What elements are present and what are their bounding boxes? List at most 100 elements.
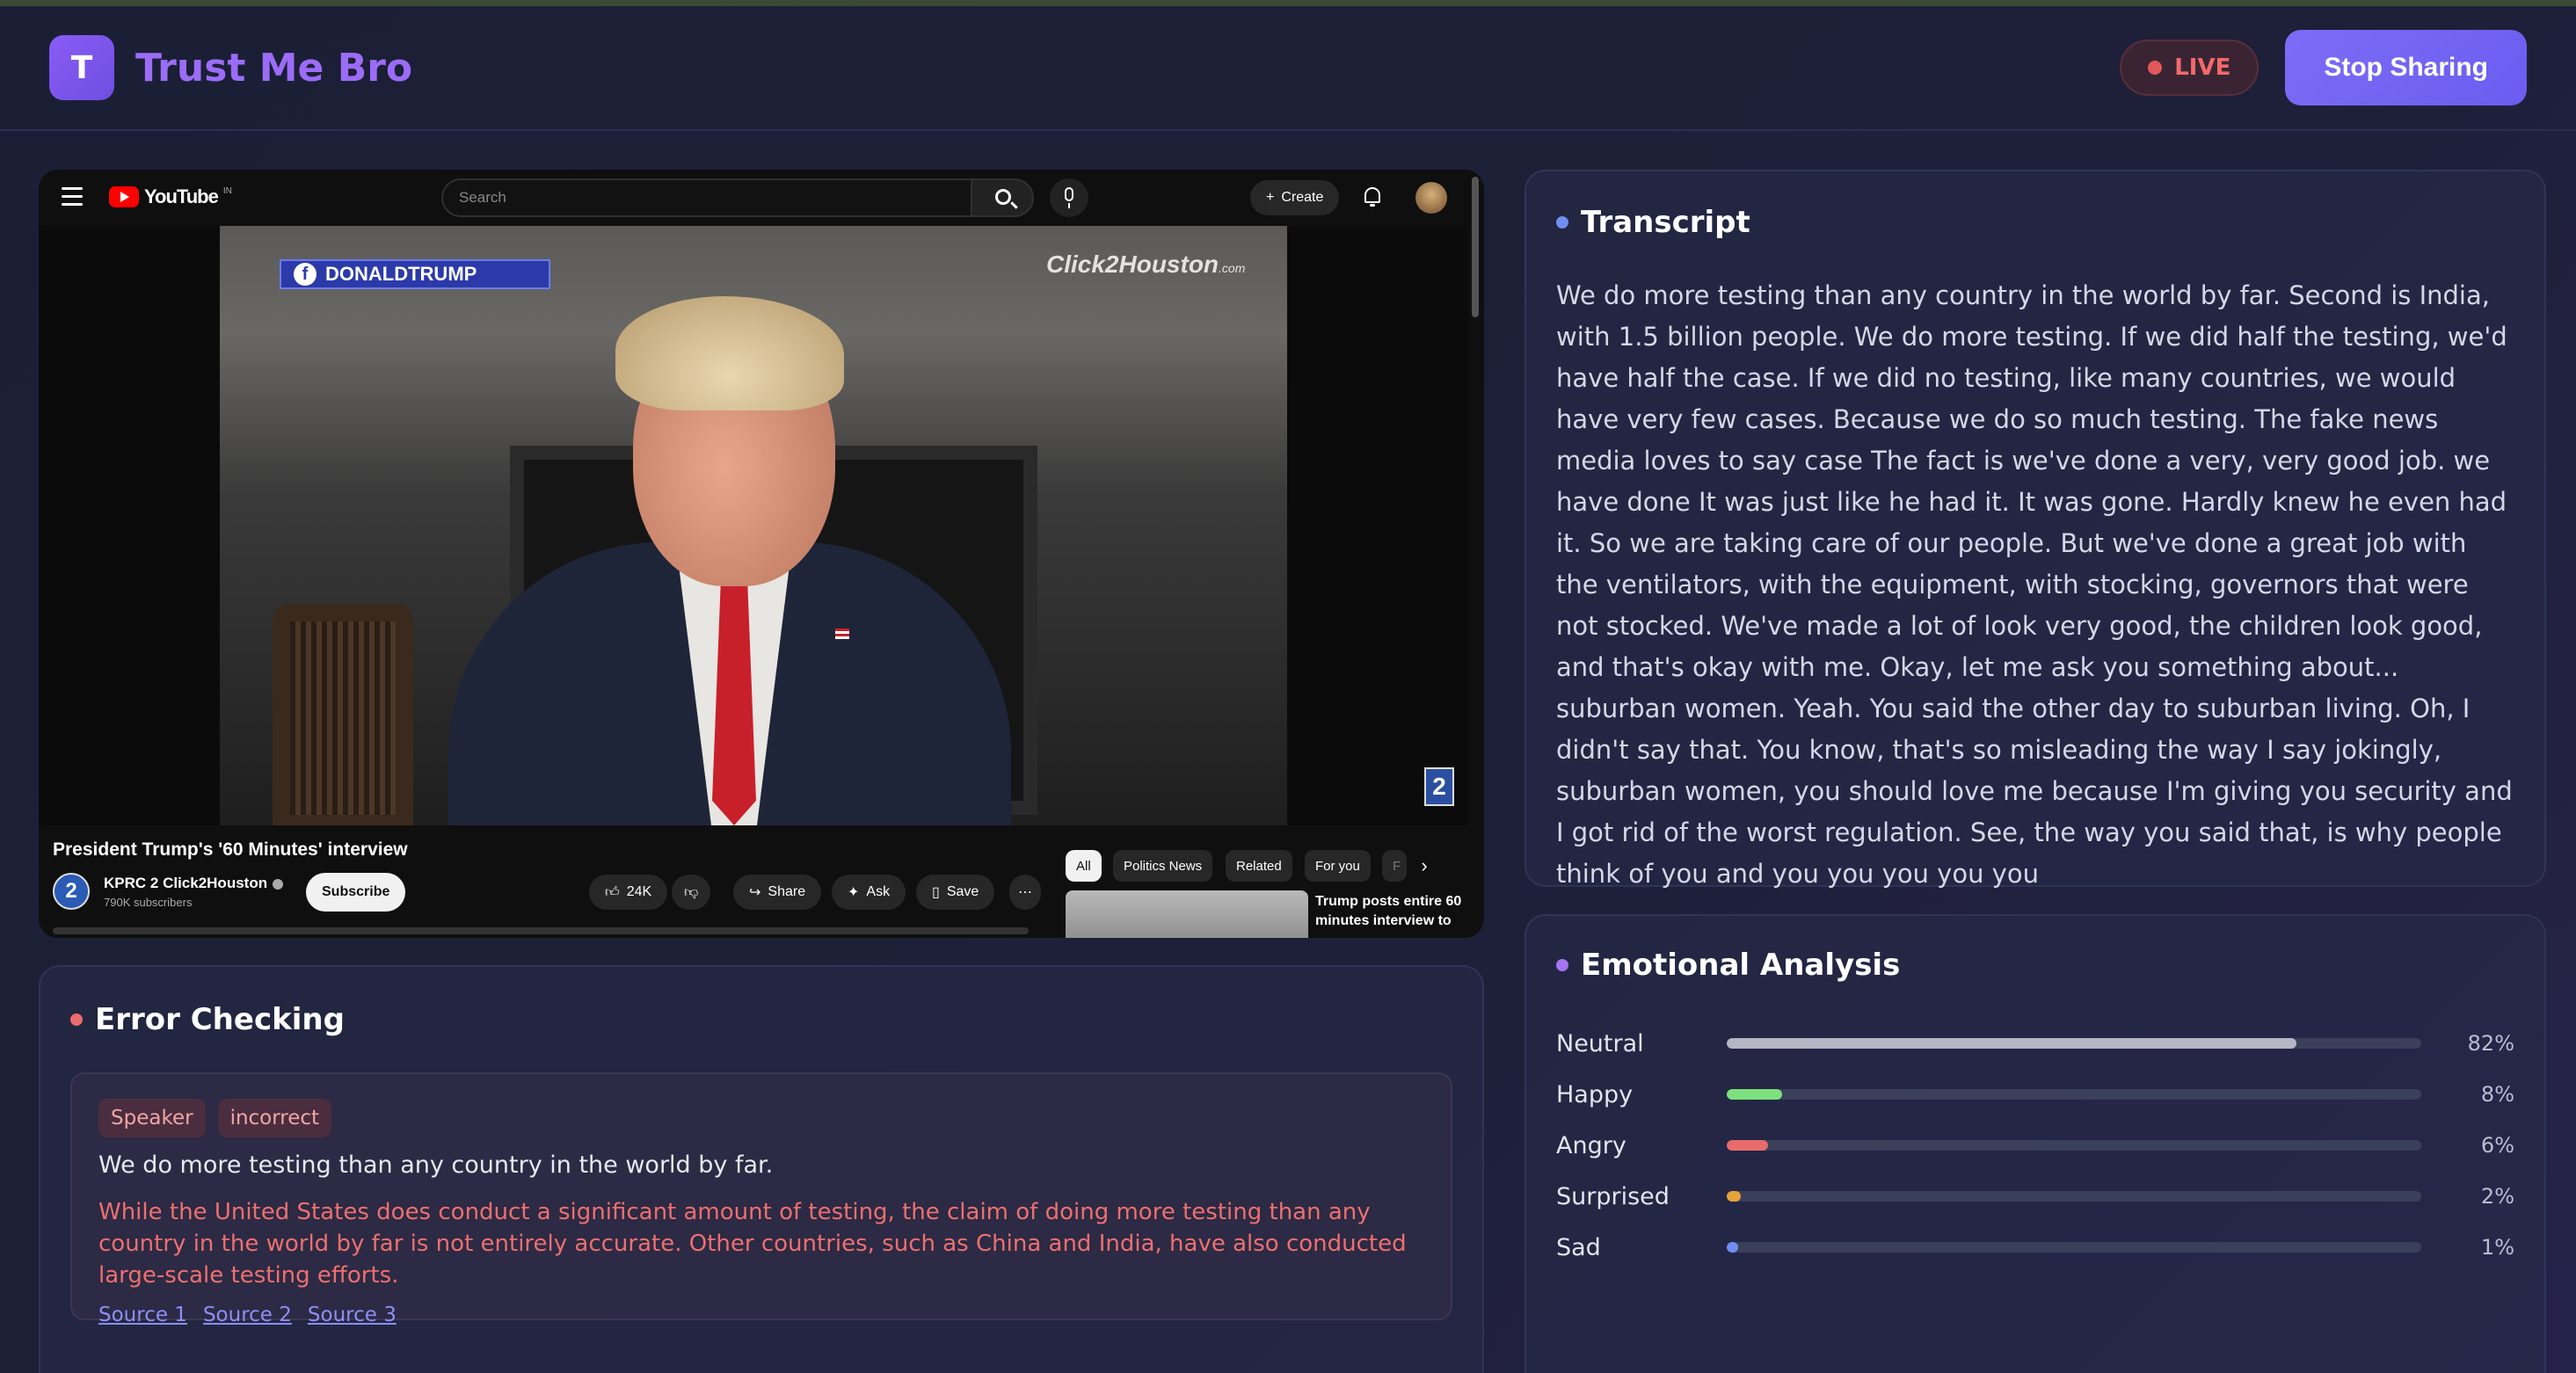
subscriber-count: 790K subscribers [104, 896, 193, 909]
subscribe-button[interactable]: Subscribe [306, 873, 406, 912]
chip-for-you[interactable]: For you [1305, 850, 1371, 882]
recommendation-thumbnail[interactable] [1066, 890, 1308, 938]
speaker-badge: Speaker [98, 1099, 206, 1137]
emotion-label: Surprised [1556, 1182, 1670, 1210]
youtube-search-input[interactable]: Search [441, 178, 972, 217]
youtube-search-button[interactable] [971, 178, 1034, 217]
emotion-row-happy: Happy 8% [1556, 1069, 2514, 1120]
chevron-right-icon[interactable]: › [1408, 850, 1440, 882]
emotion-bar-track [1727, 1038, 2421, 1049]
video-frame-image [220, 226, 1287, 825]
dislike-button[interactable]: 👎︎ [672, 875, 711, 910]
emotion-percent: 1% [2480, 1235, 2514, 1260]
emotion-bar-fill [1727, 1242, 1738, 1253]
share-icon: ↪ [749, 885, 761, 900]
share-button[interactable]: ↪ Share [733, 875, 822, 910]
channel-corner-logo: 2 [1424, 767, 1454, 806]
ask-label: Ask [866, 884, 891, 899]
live-indicator: LIVE [2120, 40, 2259, 96]
ask-button[interactable]: ✦ Ask [832, 875, 906, 910]
emotion-bar-fill [1727, 1140, 1769, 1151]
description-box-edge [53, 927, 1029, 934]
emotion-label: Happy [1556, 1080, 1634, 1108]
emotion-list: Neutral 82% Happy 8% Angry 6% Surprised … [1556, 1018, 2514, 1273]
chip-related[interactable]: Related [1226, 850, 1292, 882]
emotion-percent: 8% [2480, 1082, 2514, 1107]
app-title: Trust Me Bro [135, 45, 413, 91]
transcript-dot-icon [1556, 216, 1568, 229]
save-button[interactable]: ▯ Save [916, 875, 995, 910]
error-explanation: While the United States does conduct a s… [98, 1199, 1407, 1289]
emotion-percent: 2% [2480, 1184, 2514, 1209]
transcript-text: We do more testing than any country in t… [1556, 280, 2513, 889]
microphone-icon [1065, 187, 1073, 201]
facebook-icon: f [294, 263, 317, 286]
plus-icon: + [1266, 190, 1275, 205]
create-label: Create [1281, 190, 1324, 205]
emotion-row-angry: Angry 6% [1556, 1120, 2514, 1171]
emotional-analysis-title: Emotional Analysis [1581, 948, 1901, 983]
source-link-1[interactable]: Source 1 [98, 1304, 187, 1326]
emotion-row-neutral: Neutral 82% [1556, 1018, 2514, 1069]
error-checking-panel: Error Checking Speaker incorrect We do m… [39, 965, 1484, 1373]
emotional-analysis-panel: Emotional Analysis Neutral 82% Happy 8% … [1524, 914, 2546, 1373]
emotion-row-sad: Sad 1% [1556, 1222, 2514, 1273]
channel-avatar[interactable]: 2 [53, 873, 90, 910]
video-player[interactable]: f DONALDTRUMP Click2Houston.com 2 [39, 226, 1468, 825]
verified-check-icon [273, 878, 284, 890]
youtube-play-icon [109, 186, 139, 207]
emotion-label: Angry [1556, 1131, 1626, 1159]
user-avatar[interactable] [1415, 182, 1447, 214]
source-link-3[interactable]: Source 3 [308, 1304, 397, 1326]
status-badge: incorrect [217, 1099, 332, 1137]
hamburger-menu-icon[interactable] [62, 187, 83, 211]
chip-overflow[interactable]: F [1382, 850, 1407, 882]
source-link-2[interactable]: Source 2 [203, 1304, 292, 1326]
shared-screen-video: YouTube IN Search + Create f DONALDTRUMP [39, 170, 1484, 938]
channel-name[interactable]: KPRC 2 Click2Houston [104, 875, 284, 892]
emotion-bar-track [1727, 1242, 2421, 1253]
claim-text: We do more testing than any country in t… [98, 1151, 774, 1179]
live-dot-icon [2148, 61, 2163, 75]
app-logo: T [49, 35, 114, 100]
voice-search-button[interactable] [1050, 178, 1088, 217]
youtube-logo[interactable]: YouTube IN [109, 185, 232, 208]
save-label: Save [946, 884, 979, 899]
error-dot-icon [70, 1013, 83, 1026]
youtube-logo-text: YouTube [144, 185, 219, 207]
emotion-dot-icon [1556, 959, 1568, 971]
create-button[interactable]: + Create [1250, 180, 1340, 215]
transcript-panel: Transcript We do more testing than any c… [1524, 170, 2546, 889]
thumbs-up-icon: 👍︎ [605, 884, 620, 900]
like-button[interactable]: 👍︎ 24K [589, 875, 668, 910]
stop-sharing-button[interactable]: Stop Sharing [2285, 30, 2527, 105]
video-title: President Trump's '60 Minutes' interview [53, 839, 408, 860]
more-actions-button[interactable]: ⋯ [1009, 875, 1041, 910]
notifications-bell-icon[interactable] [1363, 185, 1382, 207]
share-label: Share [768, 884, 806, 899]
bookmark-icon: ▯ [932, 885, 940, 900]
like-count: 24K [626, 884, 652, 899]
search-icon [995, 189, 1011, 205]
overlay-banner-text: DONALDTRUMP [325, 263, 477, 285]
app-header: T Trust Me Bro LIVE Stop Sharing [0, 6, 2576, 131]
error-checking-title: Error Checking [95, 1002, 345, 1037]
page-scrollbar[interactable] [1472, 177, 1479, 317]
chip-politics-news[interactable]: Politics News [1113, 850, 1213, 882]
live-label: LIVE [2174, 54, 2231, 81]
top-accent-line [0, 0, 2576, 6]
recommendation-title[interactable]: Trump posts entire 60 minutes interview … [1315, 892, 1465, 931]
emotion-row-surprised: Surprised 2% [1556, 1171, 2514, 1222]
youtube-region: IN [222, 185, 232, 196]
emotion-bar-fill [1727, 1038, 2296, 1049]
emotion-bar-track [1727, 1140, 2421, 1151]
sparkle-icon: ✦ [848, 885, 860, 900]
emotion-bar-fill [1727, 1191, 1741, 1202]
transcript-title: Transcript [1581, 205, 1750, 240]
emotion-label: Sad [1556, 1233, 1601, 1261]
emotion-bar-track [1727, 1191, 2421, 1202]
chip-all[interactable]: All [1066, 850, 1102, 882]
more-icon: ⋯ [1018, 885, 1032, 900]
error-card: Speaker incorrect We do more testing tha… [70, 1072, 1452, 1326]
emotion-label: Neutral [1556, 1029, 1644, 1057]
